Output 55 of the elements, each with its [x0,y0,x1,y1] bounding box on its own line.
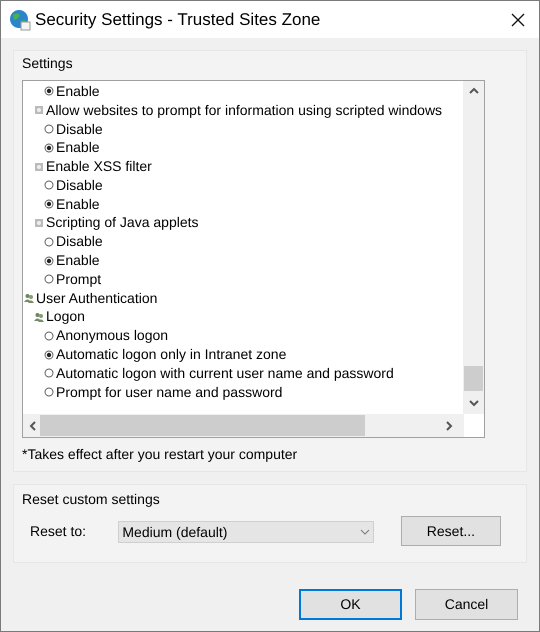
radio-button[interactable] [44,274,54,284]
radio-button[interactable] [44,368,54,378]
radio-selected[interactable] [44,350,54,360]
scroll-up-icon[interactable] [469,87,479,94]
option-label[interactable]: Enable [56,137,100,158]
group-label: Reset custom settings [22,490,161,509]
option-label[interactable]: Automatic logon only in Intranet zone [56,344,286,366]
scroll-down-icon[interactable] [469,400,479,407]
scroll-right-icon[interactable] [446,421,453,431]
category-label: Logon [46,307,85,326]
radio-button[interactable] [44,387,54,398]
radio-selected[interactable] [44,256,54,266]
vertical-scrollbar[interactable] [463,81,484,414]
option-label[interactable]: Anonymous logon [56,325,168,346]
radio-button[interactable] [44,236,54,247]
ok-button[interactable]: OK [299,589,402,620]
radio-button[interactable] [44,124,54,134]
field-label: Reset to: [30,522,88,540]
scrollbar-thumb[interactable] [464,366,483,391]
horizontal-scrollbar[interactable] [23,414,464,437]
users-icon [34,312,44,322]
option-label[interactable]: Prompt for user name and password [56,382,282,403]
scroll-left-icon[interactable] [29,421,36,431]
setting-label: Scripting of Java applets [46,213,199,232]
option-label[interactable]: Automatic logon with current user name and password [56,362,394,384]
settings-icon [34,162,44,172]
radio-button[interactable] [44,330,54,341]
option-label[interactable]: Disable [56,118,103,140]
close-icon[interactable] [511,12,525,26]
scrollbar-thumb[interactable] [40,415,365,436]
setting-label: Enable XSS filter [46,157,152,176]
cancel-button[interactable]: Cancel [415,589,518,620]
radio-button[interactable] [44,180,54,190]
settings-icon [34,218,44,228]
option-label[interactable]: Disable [56,231,103,252]
radio-selected[interactable] [44,86,54,96]
settings-list[interactable] [22,80,485,438]
option-label[interactable]: Enable [56,81,100,102]
settings-icon [34,105,44,116]
option-label[interactable]: Prompt [56,268,102,290]
option-label[interactable]: Enable [56,194,100,215]
option-label[interactable]: Disable [56,174,103,196]
reset-button[interactable]: Reset... [400,516,501,546]
category-label: User Authentication [36,288,158,308]
reset-dropdown[interactable]: Medium (default) [118,521,374,543]
option-label[interactable]: Enable [56,250,100,272]
window-title: Security Settings - Trusted Sites Zone [35,8,320,31]
users-icon [24,293,34,304]
group-label: Settings [22,54,74,73]
radio-selected[interactable] [44,199,54,210]
chevron-down-icon [360,529,370,535]
setting-label: Allow websites to prompt for information using scripted windows [46,100,442,120]
restart-note: *Takes effect after you restart your computer [22,445,298,464]
radio-selected[interactable] [44,142,54,153]
globe-icon [9,8,31,30]
